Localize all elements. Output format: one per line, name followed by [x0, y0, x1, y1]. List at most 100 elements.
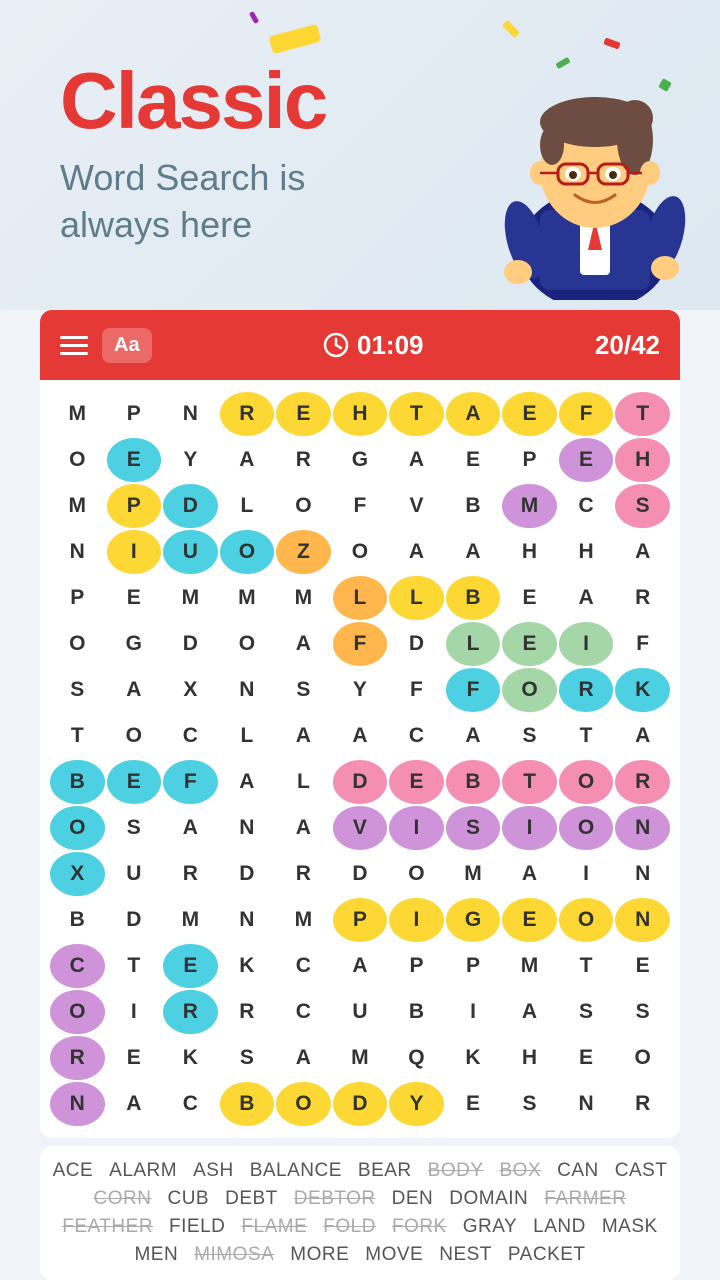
grid-cell[interactable]: E — [502, 392, 557, 436]
grid-cell[interactable]: F — [446, 668, 501, 712]
grid-cell[interactable]: X — [50, 852, 105, 896]
grid-cell[interactable]: P — [50, 576, 105, 620]
grid-cell[interactable]: O — [615, 1036, 670, 1080]
grid-cell[interactable]: B — [50, 898, 105, 942]
grid-cell[interactable]: Y — [163, 438, 218, 482]
grid-cell[interactable]: L — [276, 760, 331, 804]
grid-cell[interactable]: A — [276, 714, 331, 758]
grid-cell[interactable]: I — [107, 990, 162, 1034]
grid-cell[interactable]: D — [107, 898, 162, 942]
grid-cell[interactable]: C — [276, 990, 331, 1034]
grid-cell[interactable]: N — [220, 806, 275, 850]
grid-cell[interactable]: N — [50, 1082, 105, 1126]
grid-cell[interactable]: A — [615, 530, 670, 574]
grid-cell[interactable]: V — [389, 484, 444, 528]
grid-cell[interactable]: Y — [389, 1082, 444, 1126]
grid-cell[interactable]: B — [446, 484, 501, 528]
grid-cell[interactable]: E — [107, 576, 162, 620]
grid-cell[interactable]: L — [446, 622, 501, 666]
grid-cell[interactable]: M — [333, 1036, 388, 1080]
grid-cell[interactable]: M — [502, 484, 557, 528]
grid-cell[interactable]: K — [446, 1036, 501, 1080]
grid-cell[interactable]: X — [163, 668, 218, 712]
grid-cell[interactable]: D — [333, 760, 388, 804]
grid-cell[interactable]: U — [107, 852, 162, 896]
grid-cell[interactable]: R — [615, 576, 670, 620]
grid-cell[interactable]: A — [389, 438, 444, 482]
grid-cell[interactable]: A — [333, 714, 388, 758]
grid-cell[interactable]: P — [107, 392, 162, 436]
grid-cell[interactable]: O — [502, 668, 557, 712]
grid-cell[interactable]: U — [163, 530, 218, 574]
grid-cell[interactable]: G — [333, 438, 388, 482]
grid-cell[interactable]: N — [50, 530, 105, 574]
grid-cell[interactable]: C — [276, 944, 331, 988]
grid-cell[interactable]: S — [502, 714, 557, 758]
grid-cell[interactable]: I — [559, 622, 614, 666]
grid-cell[interactable]: O — [220, 530, 275, 574]
grid-cell[interactable]: F — [333, 484, 388, 528]
grid-cell[interactable]: R — [220, 392, 275, 436]
grid-cell[interactable]: S — [446, 806, 501, 850]
grid-cell[interactable]: M — [502, 944, 557, 988]
grid-cell[interactable]: O — [559, 760, 614, 804]
grid-cell[interactable]: O — [50, 622, 105, 666]
grid-cell[interactable]: E — [446, 1082, 501, 1126]
grid-cell[interactable]: O — [220, 622, 275, 666]
grid-cell[interactable]: P — [389, 944, 444, 988]
grid-cell[interactable]: O — [276, 1082, 331, 1126]
grid-cell[interactable]: C — [389, 714, 444, 758]
grid-cell[interactable]: A — [220, 760, 275, 804]
grid-cell[interactable]: E — [163, 944, 218, 988]
grid-cell[interactable]: S — [615, 990, 670, 1034]
grid-cell[interactable]: E — [502, 622, 557, 666]
grid-cell[interactable]: A — [559, 576, 614, 620]
menu-button[interactable] — [60, 336, 88, 355]
grid-cell[interactable]: Q — [389, 1036, 444, 1080]
grid-cell[interactable]: F — [559, 392, 614, 436]
grid-cell[interactable]: O — [50, 806, 105, 850]
grid-cell[interactable]: P — [502, 438, 557, 482]
grid-cell[interactable]: C — [50, 944, 105, 988]
grid-cell[interactable]: S — [50, 668, 105, 712]
grid-cell[interactable]: R — [163, 990, 218, 1034]
grid-cell[interactable]: L — [220, 484, 275, 528]
grid-cell[interactable]: D — [333, 852, 388, 896]
grid-cell[interactable]: O — [50, 990, 105, 1034]
grid-cell[interactable]: R — [559, 668, 614, 712]
grid-cell[interactable]: T — [50, 714, 105, 758]
grid-cell[interactable]: B — [220, 1082, 275, 1126]
grid-cell[interactable]: E — [446, 438, 501, 482]
grid-cell[interactable]: V — [333, 806, 388, 850]
grid-cell[interactable]: D — [220, 852, 275, 896]
grid-cell[interactable]: S — [502, 1082, 557, 1126]
grid-cell[interactable]: D — [163, 622, 218, 666]
grid-cell[interactable]: L — [333, 576, 388, 620]
grid-cell[interactable]: I — [107, 530, 162, 574]
grid-cell[interactable]: O — [107, 714, 162, 758]
grid-cell[interactable]: T — [559, 944, 614, 988]
grid-cell[interactable]: N — [615, 898, 670, 942]
grid-cell[interactable]: U — [333, 990, 388, 1034]
grid-cell[interactable]: M — [50, 484, 105, 528]
grid-cell[interactable]: H — [502, 530, 557, 574]
grid-cell[interactable]: A — [276, 622, 331, 666]
grid-cell[interactable]: S — [220, 1036, 275, 1080]
grid-cell[interactable]: M — [163, 576, 218, 620]
grid-cell[interactable]: N — [220, 668, 275, 712]
grid-cell[interactable]: F — [615, 622, 670, 666]
grid-cell[interactable]: S — [615, 484, 670, 528]
grid-cell[interactable]: I — [389, 898, 444, 942]
grid-cell[interactable]: N — [559, 1082, 614, 1126]
grid-cell[interactable]: E — [276, 392, 331, 436]
grid-cell[interactable]: H — [559, 530, 614, 574]
grid-cell[interactable]: O — [389, 852, 444, 896]
grid-cell[interactable]: R — [50, 1036, 105, 1080]
grid-cell[interactable]: B — [446, 576, 501, 620]
grid-cell[interactable]: N — [615, 852, 670, 896]
grid-cell[interactable]: A — [107, 668, 162, 712]
grid-cell[interactable]: R — [276, 852, 331, 896]
grid-cell[interactable]: L — [220, 714, 275, 758]
grid-cell[interactable]: O — [559, 806, 614, 850]
grid-cell[interactable]: S — [107, 806, 162, 850]
